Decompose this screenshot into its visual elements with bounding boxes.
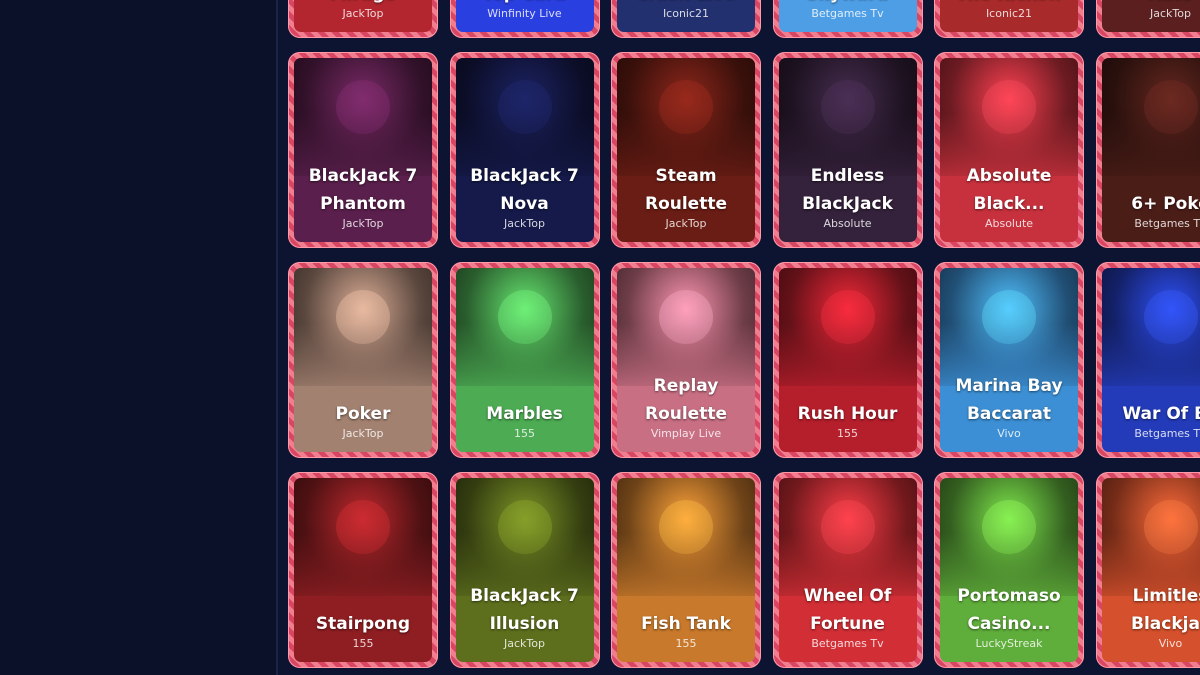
- game-card-body: Fish Tank 155: [617, 478, 755, 662]
- game-provider: Absolute: [823, 217, 872, 230]
- game-provider: JackTop: [342, 427, 384, 440]
- game-title: Fish Tank: [641, 614, 731, 634]
- game-card-body: Wheel Of Fortune Betgames Tv: [778, 478, 917, 662]
- game-card-endless-blackjack[interactable]: Endless BlackJack Absolute: [772, 52, 923, 248]
- game-card-blackjack-7-phantom[interactable]: BlackJack 7 Phantom JackTop: [288, 52, 438, 248]
- game-provider: 155: [675, 637, 697, 650]
- game-provider: Betgames Tv: [811, 7, 884, 20]
- thumbnail-fade: [778, 323, 917, 397]
- game-title: BlackJack 7 Nova: [470, 166, 579, 214]
- game-title: Steam Roulette: [644, 166, 727, 214]
- game-card-top-card[interactable]: Top CardWinfinity Live: [449, 0, 600, 38]
- game-title: Wheel Of Fortune: [803, 586, 892, 634]
- game-provider: 155: [352, 637, 374, 650]
- game-provider: Iconic21: [985, 7, 1033, 20]
- game-card-body: Limitles Blackjac Vivo: [1101, 478, 1200, 662]
- game-card-body: Marina Bay Baccarat Vivo: [940, 268, 1078, 452]
- thumbnail-fade: [1101, 113, 1200, 187]
- game-card-steam-roulette[interactable]: Steam Roulette JackTop: [611, 52, 761, 248]
- game-card-absolute-black[interactable]: Absolute Black... Absolute: [934, 52, 1084, 248]
- game-provider: Absolute: [984, 217, 1034, 230]
- game-card-skyward[interactable]: SkywardBetgames Tv: [772, 0, 923, 38]
- game-card-body: AutoJackTop: [1101, 0, 1200, 32]
- game-card-marbles[interactable]: Marbles 155: [449, 262, 600, 458]
- game-card-rush-hour[interactable]: Rush Hour 155: [772, 262, 923, 458]
- game-card-wheel-of-fortune[interactable]: Wheel Of Fortune Betgames Tv: [772, 472, 923, 668]
- game-provider: JackTop: [1150, 7, 1191, 20]
- game-title: 6+ Poke: [1131, 194, 1200, 214]
- game-card-body: Steam Roulette JackTop: [617, 58, 755, 242]
- game-provider: JackTop: [342, 7, 384, 20]
- game-card-limitles-blackjac[interactable]: Limitles Blackjac Vivo: [1095, 472, 1200, 668]
- game-provider: Betgames Tv: [1134, 217, 1200, 230]
- game-card-body: Rush Hour 155: [778, 268, 917, 452]
- game-provider: Iconic21: [662, 7, 710, 20]
- game-title: Rush Hour: [797, 404, 898, 424]
- game-title: Poker: [335, 404, 391, 424]
- game-card-blackjack-7-illusion[interactable]: BlackJack 7 Illusion JackTop: [449, 472, 600, 668]
- game-card-body: Absolute Black... Absolute: [940, 58, 1078, 242]
- game-card-body: BlackJack 7 Illusion JackTop: [455, 478, 594, 662]
- game-title: Stairpong: [315, 614, 411, 634]
- game-title: Portomaso Casino...: [957, 586, 1061, 634]
- game-card-fish-tank[interactable]: Fish Tank 155: [611, 472, 761, 668]
- thumbnail-fade: [294, 323, 432, 397]
- game-card-poker[interactable]: Poker JackTop: [288, 262, 438, 458]
- game-card-crash-live[interactable]: Crash LiveIconic21: [611, 0, 761, 38]
- game-provider: Vivo: [1158, 637, 1183, 650]
- game-provider: Vivo: [997, 427, 1021, 440]
- game-provider: JackTop: [342, 217, 384, 230]
- game-provider: JackTop: [665, 217, 707, 230]
- game-card-body: Endless BlackJack Absolute: [778, 58, 917, 242]
- game-card-replay-roulette[interactable]: Replay Roulette Vimplay Live: [611, 262, 761, 458]
- game-title: War Of Be: [1122, 404, 1200, 424]
- game-card-body: Poker JackTop: [294, 268, 432, 452]
- game-title: BlackJack 7 Illusion: [470, 586, 579, 634]
- game-provider: 155: [514, 427, 535, 440]
- game-card-body: Portomaso Casino... LuckyStreak: [940, 478, 1078, 662]
- game-title: Absolute Black...: [966, 166, 1052, 214]
- game-card-body: MirageJackTop: [294, 0, 432, 32]
- game-card-body: War Of Be Betgames Tv: [1101, 268, 1200, 452]
- game-title: Limitles Blackjac: [1130, 586, 1200, 634]
- game-card-blackjack-7-nova[interactable]: BlackJack 7 Nova JackTop: [449, 52, 600, 248]
- thumbnail-fade: [455, 323, 594, 397]
- game-card-portomaso-casino[interactable]: Portomaso Casino... LuckyStreak: [934, 472, 1084, 668]
- game-provider: Vimplay Live: [650, 427, 722, 440]
- game-provider: JackTop: [504, 217, 545, 230]
- game-title: Replay Roulette: [644, 376, 727, 424]
- game-provider: 155: [837, 427, 858, 440]
- game-card-body: Crash LiveIconic21: [617, 0, 755, 32]
- thumbnail-fade: [294, 533, 432, 607]
- game-card-body: Stairpong 155: [294, 478, 432, 662]
- game-card-war-of-be[interactable]: War Of Be Betgames Tv: [1095, 262, 1200, 458]
- game-card-mirage[interactable]: MirageJackTop: [288, 0, 438, 38]
- game-card-body: BlackJack 7 Phantom JackTop: [294, 58, 432, 242]
- game-provider: JackTop: [504, 637, 545, 650]
- game-title: BlackJack 7 Phantom: [308, 166, 418, 214]
- game-provider: Betgames Tv: [1134, 427, 1200, 440]
- game-card-body: The KickoffIconic21: [940, 0, 1078, 32]
- game-card-auto[interactable]: AutoJackTop: [1095, 0, 1200, 38]
- game-card-marina-bay-baccarat[interactable]: Marina Bay Baccarat Vivo: [934, 262, 1084, 458]
- game-card-body: Marbles 155: [455, 268, 594, 452]
- game-card-body: Top CardWinfinity Live: [455, 0, 594, 32]
- game-provider: LuckyStreak: [975, 637, 1043, 650]
- game-provider: Betgames Tv: [811, 637, 884, 650]
- game-title: Marbles: [486, 404, 563, 424]
- game-title: Endless BlackJack: [802, 166, 893, 214]
- game-card-6-poke[interactable]: 6+ Poke Betgames Tv: [1095, 52, 1200, 248]
- thumbnail-fade: [1101, 323, 1200, 397]
- game-card-body: Replay Roulette Vimplay Live: [617, 268, 755, 452]
- game-card-body: BlackJack 7 Nova JackTop: [455, 58, 594, 242]
- sidebar: [0, 0, 278, 675]
- game-title: Marina Bay Baccarat: [955, 376, 1063, 424]
- game-provider: Winfinity Live: [487, 7, 562, 20]
- game-card-stairpong[interactable]: Stairpong 155: [288, 472, 438, 668]
- game-card-the-kickoff[interactable]: The KickoffIconic21: [934, 0, 1084, 38]
- game-card-body: 6+ Poke Betgames Tv: [1101, 58, 1200, 242]
- thumbnail-fade: [617, 533, 755, 607]
- game-card-body: SkywardBetgames Tv: [778, 0, 917, 32]
